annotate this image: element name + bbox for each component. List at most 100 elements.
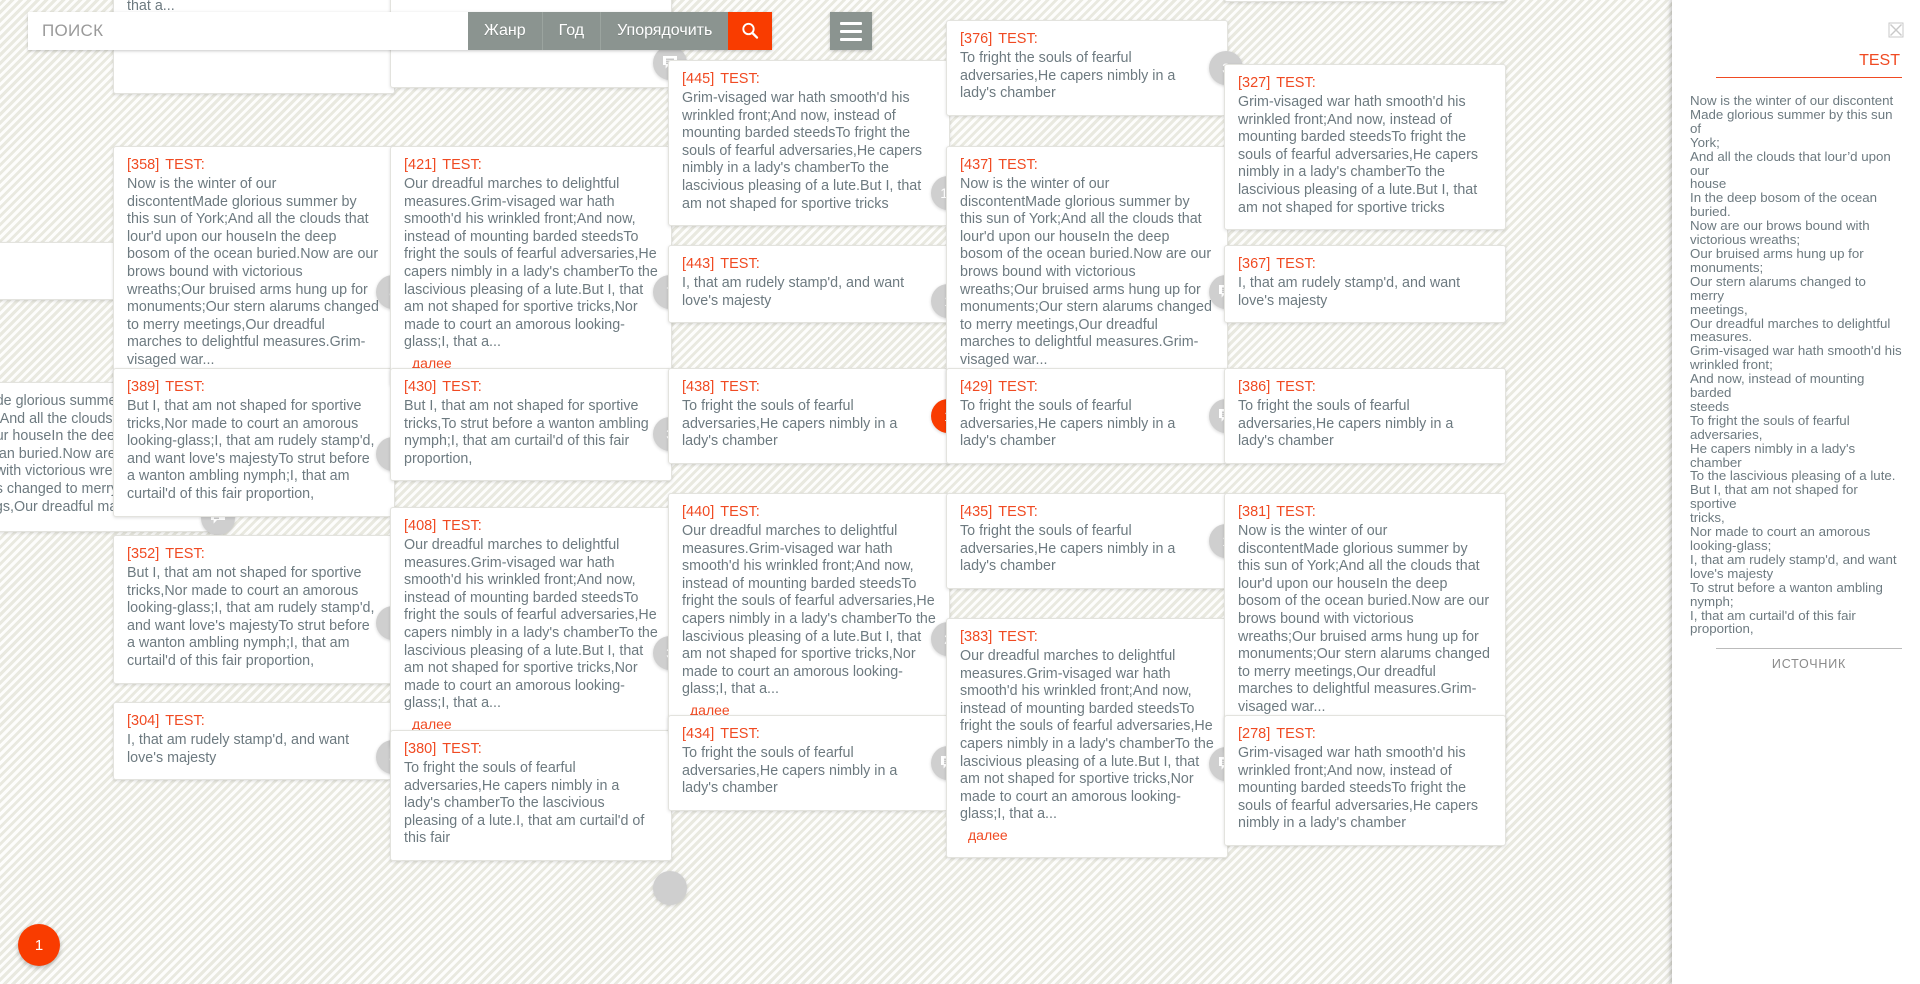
card-body-text: To fright the souls of fearful adversari… bbox=[1238, 398, 1454, 450]
content-card[interactable]: [445] TEST: Grim-visaged war hath smooth'd… bbox=[668, 60, 965, 227]
card-header: [278] TEST: bbox=[1238, 726, 1492, 742]
card-header: [358] TEST: bbox=[127, 157, 381, 173]
card-id: [380] bbox=[404, 741, 437, 757]
content-card[interactable]: [408] TEST: Our dreadful marches to deligh… bbox=[390, 507, 687, 747]
card-type-label: TEST: bbox=[442, 518, 482, 534]
hamburger-menu-icon-bar bbox=[840, 37, 862, 41]
card-header: [367] TEST: bbox=[1238, 256, 1492, 272]
content-card[interactable]: [352] TEST: But I, that am not shaped for … bbox=[113, 535, 410, 684]
card-body-text: Grim-visaged war hath smooth'd his wrink… bbox=[1238, 94, 1478, 216]
card-id: [381] bbox=[1238, 504, 1271, 520]
panel-poem-line: To strut before a wanton ambling bbox=[1690, 579, 1883, 595]
card-header: [383] TEST: bbox=[960, 629, 1214, 645]
card-type-label: TEST: bbox=[720, 379, 760, 395]
content-card[interactable]: [327] TEST: Grim-visaged war hath smooth'd… bbox=[1224, 64, 1506, 231]
panel-poem-line: monuments; bbox=[1690, 259, 1764, 275]
content-card[interactable]: [386] TEST: To fright the souls of fearful… bbox=[1224, 368, 1506, 464]
search-submit-button[interactable] bbox=[728, 12, 773, 50]
search-toolbar: Жанр Год Упорядочить bbox=[28, 12, 773, 50]
panel-poem-line: buried. bbox=[1690, 204, 1731, 220]
card-id: [435] bbox=[960, 504, 993, 520]
card-body-text: To fright the souls of fearful adversari… bbox=[404, 760, 645, 847]
panel-poem-line: Made glorious summer by this sun of bbox=[1690, 106, 1893, 136]
panel-poem-line: love's majesty bbox=[1690, 565, 1774, 581]
panel-poem-line: I, that am curtail'd of this fair bbox=[1690, 607, 1856, 623]
card-body-text: To fright the souls of fearful adversari… bbox=[682, 745, 898, 797]
card-type-label: TEST: bbox=[998, 379, 1038, 395]
card-count-badge[interactable] bbox=[653, 871, 687, 905]
card-body-text: But I, that am not shaped for sportive t… bbox=[127, 398, 375, 502]
panel-poem-line: Now is the winter of our discontent bbox=[1690, 93, 1894, 108]
card-body-text: Now is the winter of our discontentMade … bbox=[960, 176, 1212, 368]
filter-year-button[interactable]: Год bbox=[541, 12, 601, 50]
content-card[interactable]: [380] TEST: To fright the souls of fearful… bbox=[390, 730, 687, 905]
card-header: [445] TEST: bbox=[682, 71, 936, 87]
hamburger-menu-icon-bar bbox=[840, 21, 862, 25]
content-card[interactable]: [278] TEST: Grim-visaged war hath smooth'd… bbox=[1224, 715, 1506, 846]
search-input[interactable] bbox=[28, 12, 468, 50]
filter-genre-button[interactable]: Жанр bbox=[468, 12, 542, 50]
card-type-label: TEST: bbox=[720, 256, 760, 272]
content-card[interactable]: [430] TEST: But I, that am not shaped for … bbox=[390, 368, 687, 482]
card-body-text: But I, that am not shaped for sportive t… bbox=[127, 565, 375, 669]
card-type-label: TEST: bbox=[1276, 504, 1316, 520]
content-card[interactable]: [438] TEST: To fright the souls of fearful… bbox=[668, 368, 965, 464]
card-type-label: TEST: bbox=[998, 629, 1038, 645]
card-id: [358] bbox=[127, 157, 160, 173]
card-type-label: TEST: bbox=[442, 741, 482, 757]
panel-poem-line: meetings, bbox=[1690, 301, 1748, 317]
card-id: [376] bbox=[960, 31, 993, 47]
content-card[interactable]: [421] TEST: Our dreadful marches to deligh… bbox=[390, 146, 687, 386]
card-header: [435] TEST: bbox=[960, 504, 1214, 520]
panel-poem-line: York; bbox=[1690, 134, 1720, 150]
card-id: [278] bbox=[1238, 726, 1271, 742]
card-body-text: To fright the souls of fearful adversari… bbox=[682, 398, 898, 450]
panel-poem-line: Our dreadful marches to delightful bbox=[1690, 315, 1891, 331]
content-card[interactable]: [435] TEST: To fright the souls of fearful… bbox=[946, 493, 1243, 589]
content-card[interactable]: [358] TEST: Now is the winter of our disco… bbox=[113, 146, 410, 404]
card-type-label: TEST: bbox=[998, 504, 1038, 520]
card-type-label: TEST: bbox=[1276, 379, 1316, 395]
card-id: [434] bbox=[682, 726, 715, 742]
content-card[interactable]: [440] TEST: Our dreadful marches to deligh… bbox=[668, 493, 965, 733]
card-type-label: TEST: bbox=[998, 157, 1038, 173]
card-type-label: TEST: bbox=[442, 157, 482, 173]
read-more-link[interactable]: далее bbox=[968, 827, 1008, 843]
content-card[interactable]: [376] TEST: To fright the souls of fearful… bbox=[946, 20, 1243, 116]
card-type-label: TEST: bbox=[998, 31, 1038, 47]
content-card[interactable]: [367] TEST: I, that am rudely stamp'd, and… bbox=[1224, 245, 1506, 324]
content-card[interactable]: [437] TEST: Now is the winter of our disco… bbox=[946, 146, 1243, 404]
panel-poem-line: nymph; bbox=[1690, 593, 1734, 609]
card-body-text: But I, that am not shaped for sportive t… bbox=[404, 398, 649, 467]
panel-poem-line: In the deep bosom of the ocean bbox=[1690, 190, 1878, 206]
content-card[interactable]: [304] TEST: I, that am rudely stamp'd, and… bbox=[113, 702, 410, 781]
card-type-label: TEST: bbox=[720, 504, 760, 520]
card-id: [327] bbox=[1238, 75, 1271, 91]
card-id: [429] bbox=[960, 379, 993, 395]
panel-title: TEST bbox=[1859, 52, 1900, 69]
content-card[interactable]: [434] TEST: To fright the souls of fearful… bbox=[668, 715, 965, 811]
card-header: [430] TEST: bbox=[404, 379, 658, 395]
content-card[interactable]: certain of this fair proport... bbox=[1224, 0, 1506, 2]
card-id: [430] bbox=[404, 379, 437, 395]
card-id: [408] bbox=[404, 518, 437, 534]
content-card[interactable]: [389] TEST: But I, that am not shaped for … bbox=[113, 368, 410, 517]
content-card[interactable]: [429] TEST: To fright the souls of fearful… bbox=[946, 368, 1243, 464]
panel-poem-line: Grim-visaged war hath smooth'd his bbox=[1690, 343, 1902, 359]
panel-poem-text: Now is the winter of our discontent Made … bbox=[1690, 94, 1902, 636]
card-id: [304] bbox=[127, 713, 160, 729]
panel-poem-line: But I, that am not shaped for sportive bbox=[1690, 482, 1858, 512]
card-id: [438] bbox=[682, 379, 715, 395]
content-card[interactable]: [443] TEST: I, that am rudely stamp'd, and… bbox=[668, 245, 965, 324]
content-card[interactable]: [383] TEST: Our dreadful marches to deligh… bbox=[946, 618, 1243, 858]
floating-notification-badge[interactable]: 1 bbox=[18, 924, 60, 966]
close-icon[interactable] bbox=[1888, 22, 1904, 38]
sort-button[interactable]: Упорядочить bbox=[600, 12, 729, 50]
panel-poem-line: looking-glass; bbox=[1690, 538, 1772, 553]
card-body-text: To fright the souls of fearful adversari… bbox=[960, 398, 1176, 450]
panel-poem-line: victorious wreaths; bbox=[1690, 232, 1801, 248]
panel-poem-line: To fright the souls of fearful bbox=[1690, 412, 1850, 428]
card-type-label: TEST: bbox=[165, 379, 205, 395]
content-card[interactable]: [381] TEST: Now is the winter of our disco… bbox=[1224, 493, 1506, 751]
hamburger-menu-button[interactable] bbox=[830, 12, 872, 50]
